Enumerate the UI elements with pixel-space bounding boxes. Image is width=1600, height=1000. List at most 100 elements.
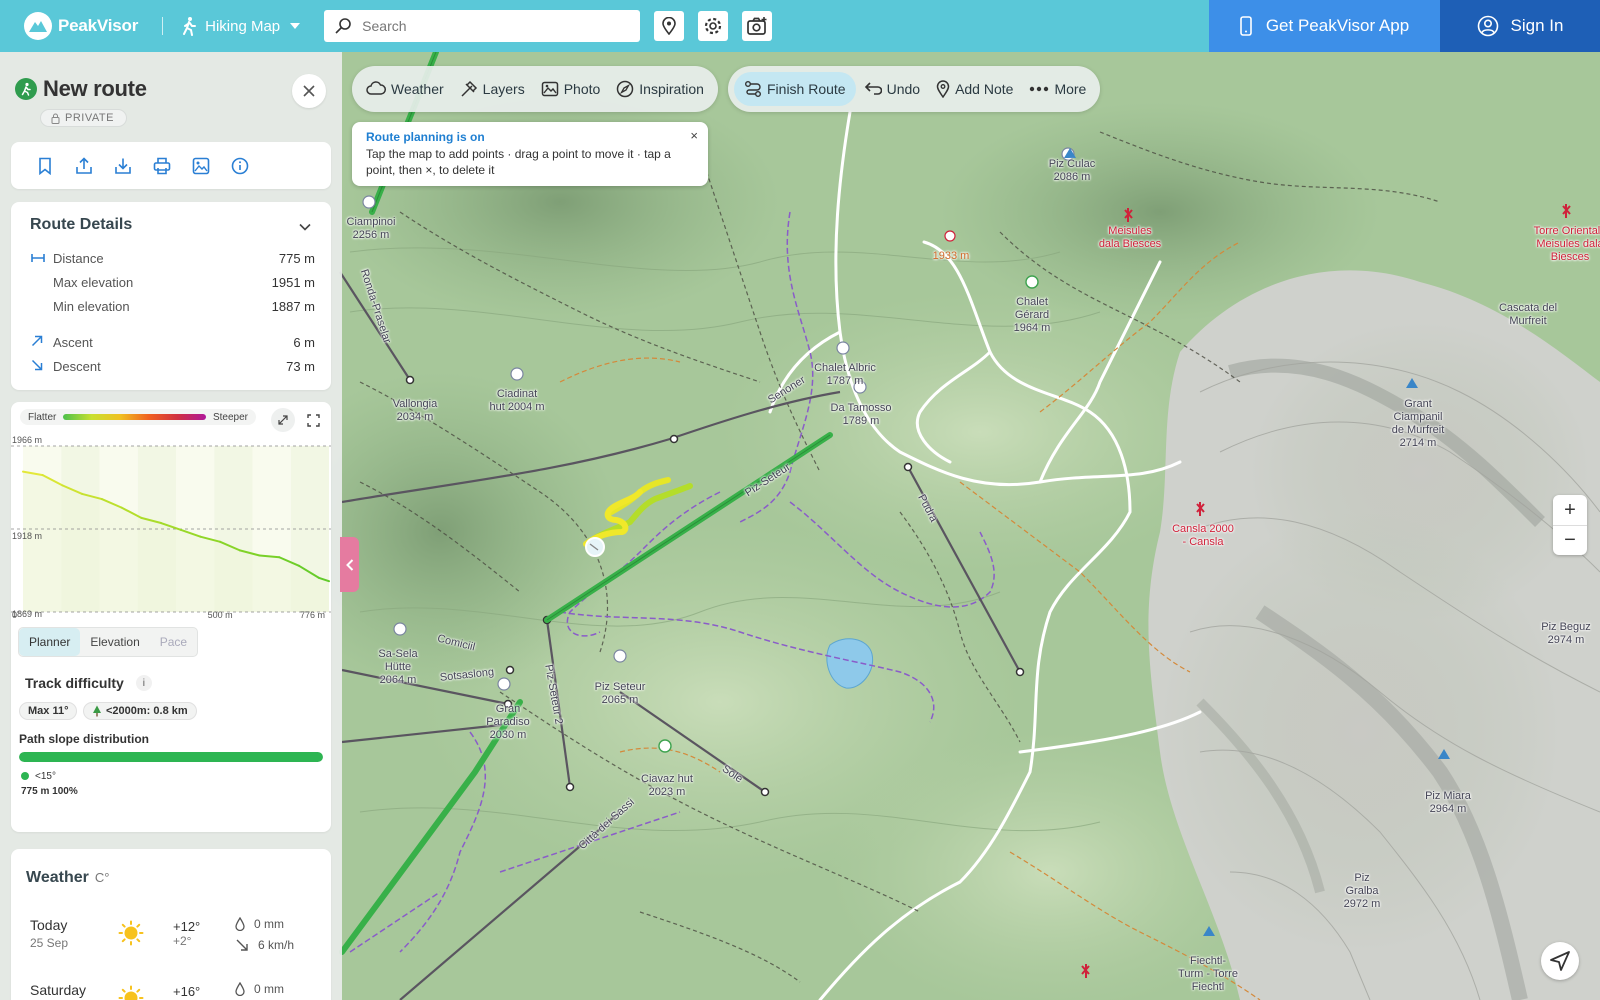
- ascent-value: 6 m: [293, 334, 315, 350]
- peakvisor-logo-icon: [24, 12, 52, 40]
- forest-distance-chip: <2000m: 0.8 km: [83, 702, 197, 720]
- elevation-chart[interactable]: 1966 m 1918 m 1869 m 0 500 m 776 m: [11, 434, 331, 619]
- finish-route-button[interactable]: Finish Route: [734, 72, 856, 106]
- route-toolbar: Finish Route Undo Add Note More: [728, 66, 1101, 112]
- map-label[interactable]: Grant Ciampanil de Murfreit 2714 m: [1392, 398, 1445, 450]
- add-photo-button[interactable]: [742, 11, 773, 41]
- share-button[interactable]: [64, 151, 103, 181]
- zoom-in-button[interactable]: +: [1553, 495, 1587, 525]
- weather-row-today: Today 25 Sep +12° +2° 0 mm 6 km/h: [30, 917, 320, 957]
- lock-icon: [51, 113, 60, 124]
- more-label: More: [1054, 81, 1087, 97]
- elevation-point: [258, 554, 261, 557]
- difficulty-info-button[interactable]: i: [135, 675, 152, 691]
- descent-row: Descent 73 m: [31, 357, 315, 375]
- map-label[interactable]: Meisules dala Biesces: [1099, 225, 1161, 251]
- distance-value: 775 m: [278, 250, 315, 266]
- close-sidebar-button[interactable]: [292, 74, 326, 108]
- map-label[interactable]: Cascata del Murfreit: [1499, 302, 1557, 328]
- steeper-label: Steeper: [212, 411, 248, 423]
- locate-me-button[interactable]: [1541, 942, 1579, 980]
- privacy-badge[interactable]: PRIVATE: [40, 109, 127, 127]
- tab-planner[interactable]: Planner: [19, 628, 81, 656]
- phone-icon: [1240, 16, 1252, 36]
- map-label[interactable]: Ciadinat hut 2004 m: [489, 388, 544, 414]
- map-label[interactable]: Fiechtl- Turm - Torre Fiechtl: [1178, 955, 1238, 994]
- map-label[interactable]: Ciavaz hut 2023 m: [641, 773, 693, 799]
- sign-in-label: Sign In: [1510, 16, 1564, 35]
- camera-icon: [747, 17, 767, 35]
- map-label[interactable]: Chalet Albric 1787 m: [814, 362, 876, 388]
- collapse-details-button[interactable]: [299, 218, 311, 236]
- map-label[interactable]: Piz Seteur 2065 m: [595, 681, 646, 707]
- descent-value: 73 m: [286, 358, 315, 374]
- max-elevation-value: 1951 m: [271, 274, 315, 290]
- tab-pace[interactable]: Pace: [150, 628, 197, 656]
- zoom-out-button[interactable]: −: [1553, 525, 1587, 555]
- wind-icon: [236, 939, 248, 951]
- cloud-icon: [366, 81, 386, 95]
- search-input[interactable]: [362, 18, 623, 34]
- settings-button[interactable]: [698, 11, 729, 41]
- collapse-sidebar-handle[interactable]: [340, 537, 359, 592]
- route-sidebar: New route PRIVATE Route Details Distance…: [0, 52, 342, 1000]
- min-elevation-value: 1887 m: [271, 298, 315, 314]
- tab-elevation[interactable]: Elevation: [80, 628, 149, 656]
- map-label[interactable]: Piz Miara 2964 m: [1425, 790, 1471, 816]
- map-label[interactable]: Chalet Gérard 1964 m: [1014, 296, 1051, 335]
- elevation-profile-card: Flatter Steeper 1966 m 1918 m 1869 m 0 5…: [11, 402, 331, 832]
- get-app-button[interactable]: Get PeakVisor App: [1209, 0, 1440, 52]
- elevation-point: [81, 493, 83, 495]
- get-app-label: Get PeakVisor App: [1265, 16, 1410, 35]
- search-box[interactable]: [324, 10, 641, 42]
- map-label[interactable]: Cansla 2000 - Cansla: [1172, 523, 1234, 549]
- map-label[interactable]: Gran Paradiso 2030 m: [486, 703, 529, 742]
- download-button[interactable]: [103, 151, 142, 181]
- map-label[interactable]: Sa-Sela Hütte 2064 m: [378, 648, 417, 687]
- tip-close-button[interactable]: ×: [690, 128, 698, 143]
- map-label[interactable]: Da Tamosso 1789 m: [831, 402, 892, 428]
- weather-button[interactable]: Weather: [358, 72, 452, 106]
- navigation-arrow-icon: [1550, 951, 1570, 971]
- expand-chart-button[interactable]: [271, 408, 295, 432]
- sign-in-button[interactable]: Sign In: [1440, 0, 1600, 52]
- info-button[interactable]: [220, 151, 259, 181]
- map-mode-select[interactable]: Hiking Map: [181, 16, 308, 36]
- distance-label: Distance: [53, 250, 104, 266]
- slope-distribution-bar: [19, 752, 323, 762]
- bookmark-button[interactable]: [25, 151, 64, 181]
- add-note-button[interactable]: Add Note: [928, 72, 1021, 106]
- weather-low: +2°: [173, 934, 192, 948]
- map-label[interactable]: Torre Orientale Meisules dala Biesces: [1534, 225, 1600, 264]
- track-difficulty-title: Track difficulty: [25, 675, 124, 691]
- map-label[interactable]: Vallongia 2034 m: [393, 398, 437, 424]
- route-actions: [11, 142, 331, 189]
- brand[interactable]: PeakVisor: [0, 0, 138, 52]
- slope-bucket-value: 775 m 100%: [21, 786, 78, 797]
- weather-day: Saturday: [30, 982, 87, 998]
- more-button[interactable]: More: [1021, 72, 1094, 106]
- map-label[interactable]: Piz Gralba 2972 m: [1344, 872, 1381, 911]
- map-label[interactable]: 1933 m: [933, 250, 970, 263]
- photo-button[interactable]: Photo: [533, 72, 609, 106]
- print-button[interactable]: [142, 151, 181, 181]
- location-pin-button[interactable]: [654, 11, 685, 41]
- elevation-point: [101, 498, 103, 500]
- fullscreen-chart-button[interactable]: [301, 408, 325, 432]
- raindrop-icon: [235, 917, 245, 931]
- close-icon: [303, 85, 315, 97]
- image-export-button[interactable]: [181, 151, 220, 181]
- temperature-unit-toggle[interactable]: C°: [95, 870, 110, 885]
- add-note-label: Add Note: [955, 81, 1014, 97]
- map-label[interactable]: Piz Culac 2086 m: [1049, 158, 1095, 184]
- map-label[interactable]: Ciampinoi 2256 m: [347, 216, 396, 242]
- undo-button[interactable]: Undo: [856, 72, 928, 106]
- layers-button[interactable]: Layers: [452, 72, 533, 106]
- map-label[interactable]: Piz Beguz 2974 m: [1541, 621, 1591, 647]
- x-tick-end: 776 m: [300, 610, 325, 619]
- route-title[interactable]: New route: [43, 76, 147, 102]
- gear-icon: [705, 17, 722, 35]
- weather-label: Weather: [391, 81, 444, 97]
- y-tick-mid: 1918 m: [12, 531, 42, 541]
- inspiration-button[interactable]: Inspiration: [608, 72, 712, 106]
